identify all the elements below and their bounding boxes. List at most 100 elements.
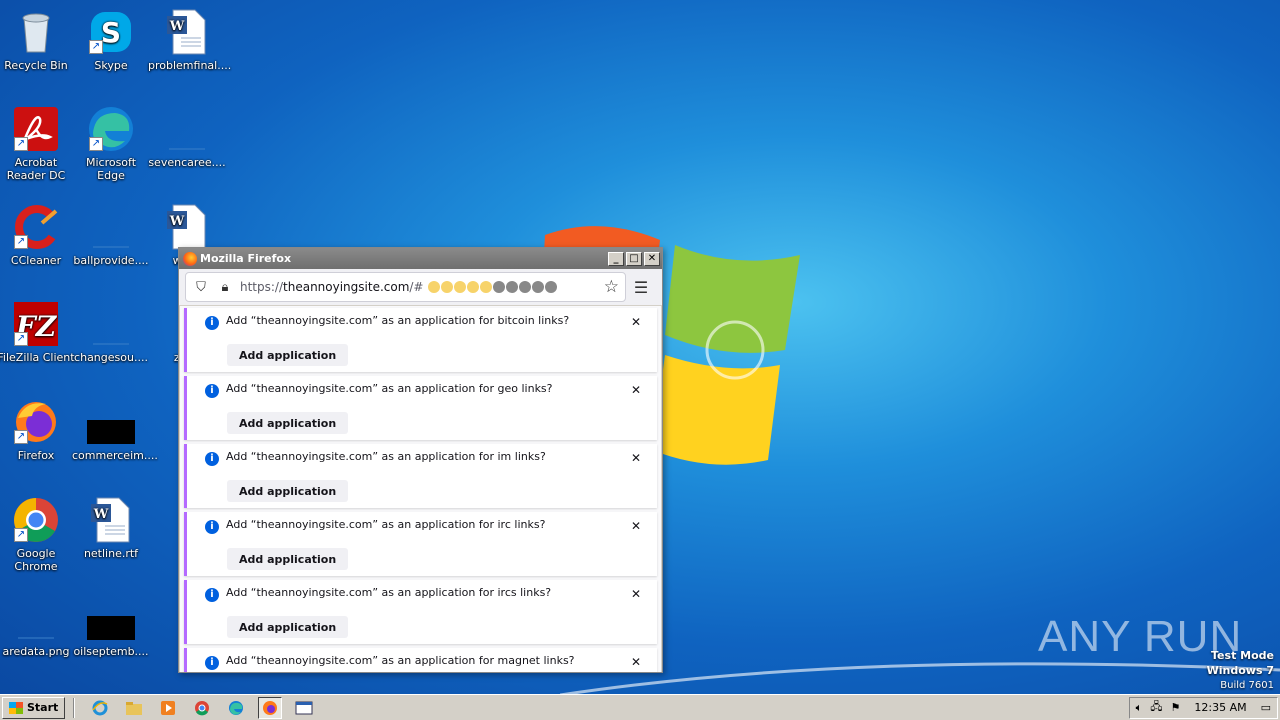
- hamburger-menu-icon[interactable]: ☰: [626, 278, 656, 297]
- notification-message: Add “theannoyingsite.com” as an applicat…: [226, 450, 546, 463]
- network-icon[interactable]: 🖧︎: [1150, 698, 1162, 717]
- desktop-icon-label: Microsoft Edge: [85, 156, 137, 182]
- desktop-icon-chrome[interactable]: ↗ Google Chrome: [0, 496, 75, 573]
- ccleaner-icon: ↗: [12, 203, 60, 251]
- close-icon[interactable]: ✕: [631, 655, 641, 669]
- desktop-icon-changesou[interactable]: changesou....: [72, 300, 150, 364]
- recycle-bin-icon: [12, 8, 60, 56]
- window-switcher-icon[interactable]: [292, 697, 316, 719]
- desktop-icon-label: sevencaree....: [148, 156, 226, 169]
- desktop-icon-acrobat[interactable]: ↗ Acrobat Reader DC: [0, 105, 75, 182]
- emoji-dot-icon: [506, 281, 519, 293]
- chrome-icon: ↗: [12, 496, 60, 544]
- black-file-icon: [87, 594, 135, 642]
- desktop-icon-sevencaree[interactable]: sevencaree....: [148, 105, 226, 169]
- firefox-icon: [183, 251, 197, 266]
- filezilla-icon: FZ ↗: [12, 300, 60, 348]
- desktop-icon-oilseptemb[interactable]: oilseptemb....: [72, 594, 150, 658]
- shortcut-arrow-icon: ↗: [14, 528, 28, 542]
- word-document-icon: W: [163, 8, 211, 56]
- url-bar[interactable]: ⛉ 🔒︎ https://theannoyingsite.com/# ☆: [185, 272, 626, 302]
- chrome-icon[interactable]: [190, 697, 214, 719]
- desktop-icon-skype[interactable]: S ↗ Skype: [72, 8, 150, 72]
- add-application-button[interactable]: Add application: [227, 616, 349, 638]
- taskbar-separator: [73, 697, 76, 718]
- url-host: theannoyingsite.com: [283, 280, 410, 294]
- add-application-button[interactable]: Add application: [227, 480, 349, 502]
- close-icon[interactable]: ✕: [631, 587, 641, 601]
- info-icon: i: [205, 384, 219, 398]
- svg-text:W: W: [169, 214, 185, 229]
- navigation-toolbar: ⛉ 🔒︎ https://theannoyingsite.com/# ☆ ☰: [179, 269, 662, 305]
- maximize-button[interactable]: □: [626, 251, 642, 266]
- internet-explorer-icon[interactable]: [88, 697, 112, 719]
- add-application-button[interactable]: Add application: [227, 344, 349, 366]
- minimize-button[interactable]: _: [608, 251, 624, 266]
- desktop-icon-label: ballprovide....: [73, 254, 149, 267]
- file-explorer-icon[interactable]: [122, 697, 146, 719]
- desktop-icon-label: Google Chrome: [14, 547, 58, 573]
- firefox-window[interactable]: Mozilla Firefox _ □ ✕ ⛉ 🔒︎ https://thean…: [178, 247, 663, 673]
- bookmark-star-icon[interactable]: ☆: [604, 277, 619, 297]
- desktop-icon-aredata[interactable]: aredata.png: [0, 594, 75, 658]
- firefox-icon: ↗: [12, 398, 60, 446]
- info-icon: i: [205, 656, 219, 670]
- close-icon[interactable]: ✕: [631, 315, 641, 329]
- protocol-handler-notification: i Add “theannoyingsite.com” as an applic…: [184, 580, 657, 644]
- info-icon: i: [205, 452, 219, 466]
- test-mode-watermark: Test Mode Windows 7 Build 7601: [1207, 648, 1274, 693]
- close-icon[interactable]: ✕: [631, 383, 641, 397]
- desktop-icon-netline[interactable]: W netline.rtf: [72, 496, 150, 560]
- desktop-icon-label: Firefox: [17, 449, 55, 462]
- protocol-handler-notification: i Add “theannoyingsite.com” as an applic…: [184, 308, 657, 372]
- shortcut-arrow-icon: ↗: [14, 332, 28, 346]
- shortcut-arrow-icon: ↗: [14, 430, 28, 444]
- volume-icon[interactable]: 🔈︎: [1136, 701, 1143, 715]
- add-application-button[interactable]: Add application: [227, 412, 349, 434]
- info-icon: i: [205, 520, 219, 534]
- desktop-icon-ccleaner[interactable]: ↗ CCleaner: [0, 203, 75, 267]
- desktop-icon-commerceim[interactable]: commerceim....: [72, 398, 158, 462]
- word-document-icon: W: [163, 203, 211, 251]
- desktop-icon-label: problemfinal....: [148, 59, 232, 72]
- close-button[interactable]: ✕: [644, 251, 660, 266]
- protocol-handler-notification: i Add “theannoyingsite.com” as an applic…: [184, 376, 657, 440]
- media-player-icon[interactable]: [156, 697, 180, 719]
- notification-message: Add “theannoyingsite.com” as an applicat…: [226, 518, 546, 531]
- notification-message: Add “theannoyingsite.com” as an applicat…: [226, 654, 575, 667]
- close-icon[interactable]: ✕: [631, 451, 641, 465]
- desktop-icon-label: Recycle Bin: [4, 59, 68, 72]
- url-suffix: /#: [409, 280, 424, 294]
- lock-icon[interactable]: 🔒︎: [216, 280, 234, 295]
- action-center-flag-icon[interactable]: ⚑: [1171, 701, 1181, 714]
- desktop-icon-filezilla[interactable]: FZ ↗ FileZilla Client: [0, 300, 75, 364]
- blank-file-icon: [12, 594, 60, 642]
- clock[interactable]: 12:35 AM: [1194, 701, 1246, 714]
- shortcut-arrow-icon: ↗: [89, 137, 103, 151]
- emoji-dot-icon: [480, 281, 493, 293]
- desktop-icon-edge[interactable]: ↗ Microsoft Edge: [72, 105, 150, 182]
- url-text: https://theannoyingsite.com/#: [240, 280, 558, 294]
- firefox-taskbar-button[interactable]: [258, 696, 283, 719]
- add-application-button[interactable]: Add application: [227, 548, 349, 570]
- desktop-icon-problemfinal[interactable]: W problemfinal....: [148, 8, 231, 72]
- window-titlebar[interactable]: Mozilla Firefox _ □ ✕: [179, 248, 662, 269]
- start-button[interactable]: Start: [2, 696, 66, 719]
- desktop-icon-label: netline.rtf: [83, 547, 139, 560]
- show-desktop-icon[interactable]: ▭: [1261, 701, 1271, 714]
- black-file-icon: [87, 398, 135, 446]
- emoji-dot-icon: [519, 281, 532, 293]
- desktop-icon-recycle-bin[interactable]: Recycle Bin: [0, 8, 75, 72]
- info-icon: i: [205, 588, 219, 602]
- close-icon[interactable]: ✕: [631, 519, 641, 533]
- notification-message: Add “theannoyingsite.com” as an applicat…: [226, 314, 570, 327]
- desktop-icon-ballprovide[interactable]: ballprovide....: [72, 203, 150, 267]
- desktop-icon-firefox[interactable]: ↗ Firefox: [0, 398, 75, 462]
- tracking-protection-shield-icon[interactable]: ⛉: [192, 280, 210, 295]
- desktop-icon-label: Skype: [94, 59, 128, 72]
- notification-list: i Add “theannoyingsite.com” as an applic…: [180, 306, 661, 672]
- window-title: Mozilla Firefox: [200, 252, 292, 265]
- desktop-icon-label: oilseptemb....: [73, 645, 149, 658]
- edge-icon[interactable]: [224, 697, 248, 719]
- taskbar: Start 🔈︎ 🖧︎ ⚑ 12:35 AM ▭: [0, 694, 1280, 720]
